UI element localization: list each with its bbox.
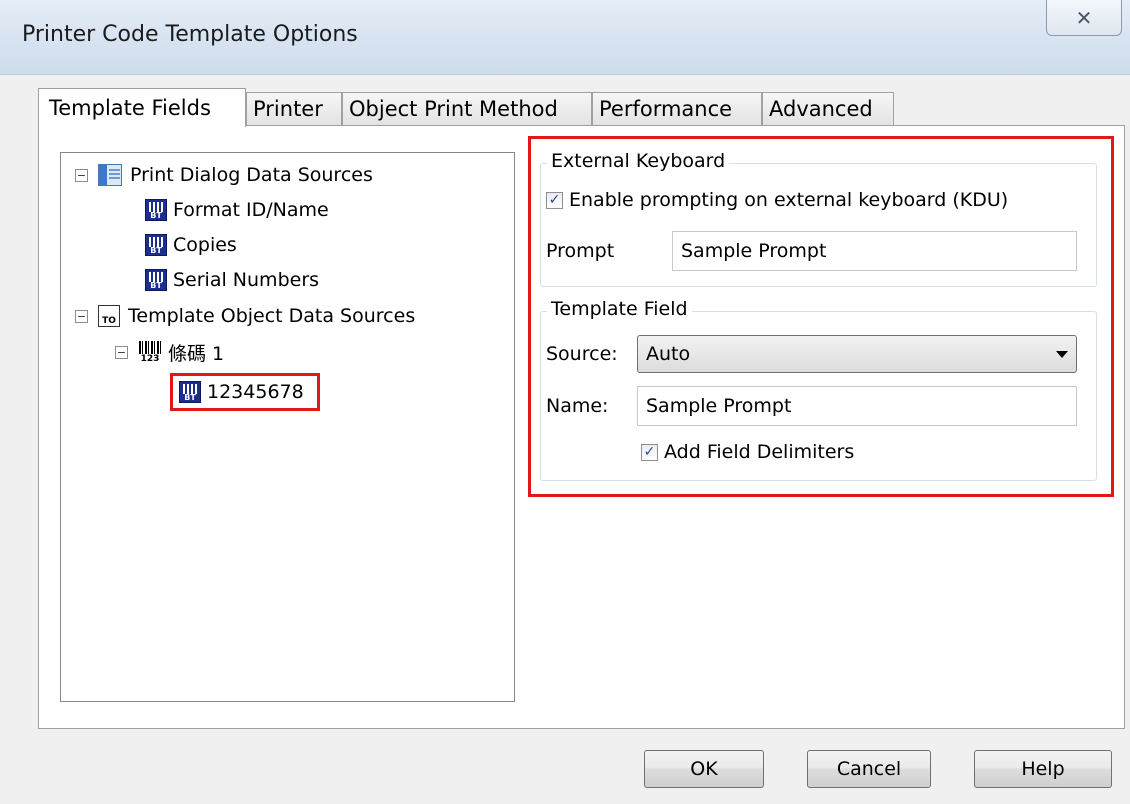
- source-selected-value: Auto: [646, 343, 691, 365]
- tree-item-label: Template Object Data Sources: [128, 305, 416, 327]
- barcode-field-icon: BT: [145, 269, 167, 291]
- tree-item-print-dialog[interactable]: − Print Dialog Data Sources: [75, 160, 373, 190]
- group-title: Template Field: [547, 298, 692, 320]
- group-title: External Keyboard: [547, 150, 730, 172]
- tree-item-format-id[interactable]: BT Format ID/Name: [145, 195, 329, 225]
- tab-label: Template Fields: [49, 96, 211, 120]
- tree-item-label: Format ID/Name: [173, 199, 329, 221]
- tab-advanced[interactable]: Advanced: [762, 92, 894, 125]
- collapse-icon[interactable]: −: [115, 345, 128, 359]
- cancel-button[interactable]: Cancel: [807, 750, 931, 788]
- barcode-icon: 123: [138, 340, 162, 364]
- tree-item-copies[interactable]: BT Copies: [145, 230, 237, 260]
- enable-kdu-checkbox[interactable]: ✓ Enable prompting on external keyboard …: [546, 189, 1008, 211]
- collapse-icon[interactable]: −: [75, 309, 88, 323]
- window-title: Printer Code Template Options: [22, 22, 358, 47]
- checkbox-label: Enable prompting on external keyboard (K…: [569, 189, 1009, 211]
- help-button[interactable]: Help: [974, 750, 1112, 788]
- barcode-field-icon: BT: [145, 234, 167, 256]
- tree-item-label: 12345678: [207, 381, 304, 403]
- tab-template-fields[interactable]: Template Fields: [38, 88, 246, 127]
- tree-item-label: Print Dialog Data Sources: [130, 164, 373, 186]
- tree-item-barcode-1[interactable]: − 123 條碼 1: [115, 337, 224, 367]
- tree-item-12345678[interactable]: BT 12345678: [179, 377, 304, 407]
- ok-button[interactable]: OK: [644, 750, 764, 788]
- prompt-label: Prompt: [546, 240, 615, 262]
- close-icon: ✕: [1075, 5, 1093, 30]
- dialog-window: Printer Code Template Options ✕ Template…: [0, 0, 1130, 804]
- tab-printer[interactable]: Printer: [246, 92, 342, 125]
- tab-performance[interactable]: Performance: [592, 92, 762, 125]
- barcode-field-icon: BT: [145, 199, 167, 221]
- name-input[interactable]: Sample Prompt: [637, 386, 1077, 426]
- prompt-input[interactable]: Sample Prompt: [672, 231, 1077, 271]
- title-bar[interactable]: Printer Code Template Options ✕: [0, 0, 1130, 75]
- tab-label: Printer: [253, 97, 323, 121]
- data-sources-icon: [98, 164, 122, 186]
- tree-item-template-object[interactable]: − TO Template Object Data Sources: [75, 301, 415, 331]
- close-button[interactable]: ✕: [1046, 0, 1122, 36]
- add-delimiters-checkbox[interactable]: ✓ Add Field Delimiters: [641, 441, 854, 463]
- tab-label: Performance: [599, 97, 733, 121]
- source-select[interactable]: Auto: [637, 335, 1077, 373]
- collapse-icon[interactable]: −: [75, 168, 88, 182]
- checkbox-icon[interactable]: ✓: [641, 443, 658, 461]
- checkbox-label: Add Field Delimiters: [664, 441, 855, 463]
- checkbox-icon[interactable]: ✓: [546, 191, 563, 209]
- tab-label: Advanced: [769, 97, 873, 121]
- tree-item-label: 條碼 1: [168, 342, 225, 365]
- tree-item-label: Copies: [173, 234, 237, 256]
- tab-label: Object Print Method: [349, 97, 558, 121]
- tree-item-label: Serial Numbers: [173, 269, 320, 291]
- name-label: Name:: [546, 395, 609, 417]
- barcode-field-icon: BT: [179, 381, 201, 403]
- tab-object-print-method[interactable]: Object Print Method: [342, 92, 592, 125]
- chevron-down-icon: [1056, 350, 1068, 358]
- source-label: Source:: [546, 343, 618, 365]
- data-source-tree[interactable]: − Print Dialog Data Sources BT Format ID…: [60, 152, 515, 702]
- tree-item-serial-numbers[interactable]: BT Serial Numbers: [145, 265, 319, 295]
- template-object-icon: TO: [98, 305, 120, 327]
